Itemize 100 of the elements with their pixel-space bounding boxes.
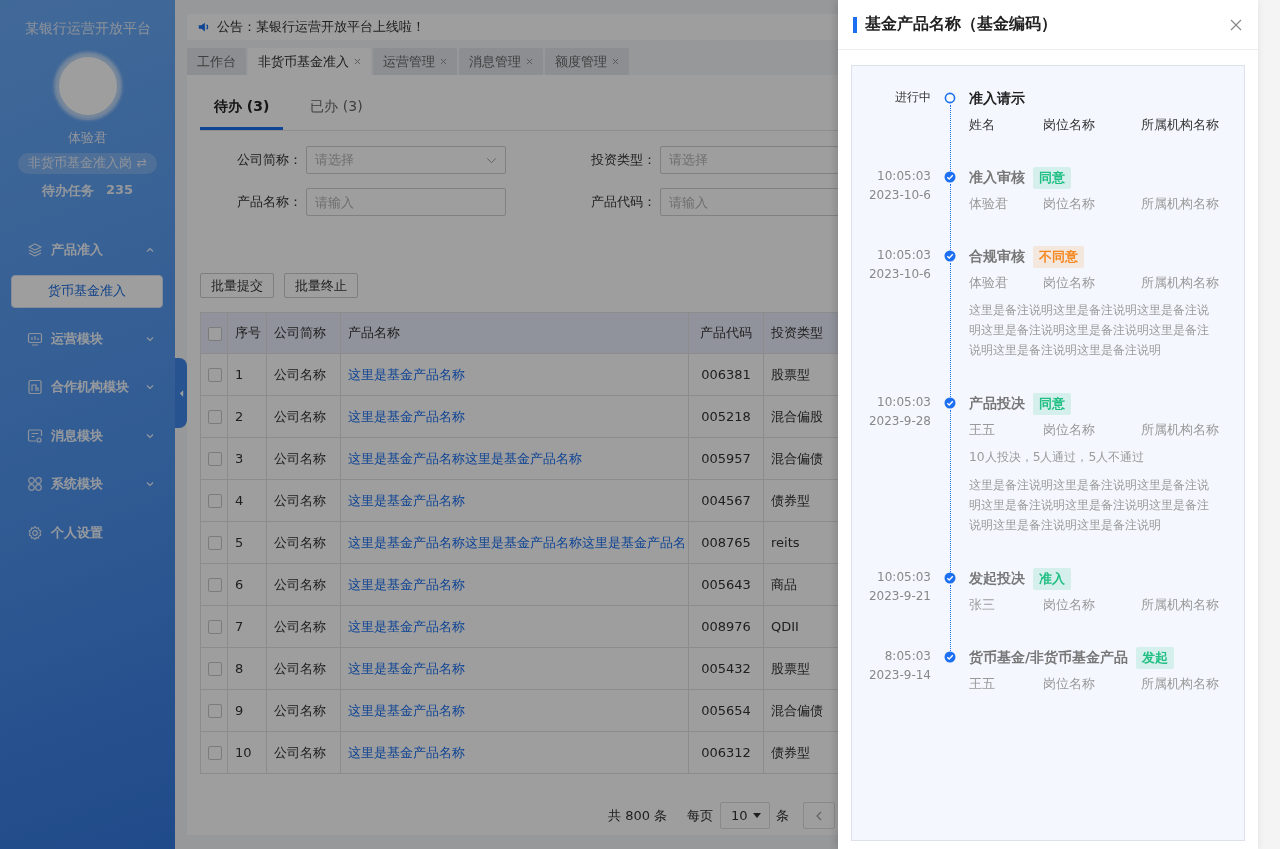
step-time: 10:05:03 [877, 168, 931, 185]
table-cell: 公司名称 [266, 731, 341, 774]
table-cell: 公司名称 [266, 521, 341, 564]
table-cell: 3 [227, 437, 267, 480]
page-tab[interactable]: 消息管理 [459, 48, 543, 75]
page-tab[interactable]: 工作台 [187, 48, 246, 75]
status-tab[interactable]: 待办 (3) [200, 75, 284, 130]
org-name: 所属机构名称 [1141, 275, 1220, 292]
column-header: 产品名称 [340, 312, 689, 354]
table-cell: 10 [227, 731, 267, 774]
filter-label: 产品名称： [236, 193, 303, 211]
batch-button[interactable]: 批量终止 [284, 273, 358, 298]
step-title: 合规审核 [969, 248, 1025, 266]
org-name: 所属机构名称 [1141, 676, 1220, 693]
menu-item[interactable]: 系统模块 [0, 460, 175, 509]
step-date: 2023-10-6 [868, 266, 931, 283]
product-link[interactable]: 这里是基金产品名称 [348, 576, 465, 592]
product-link[interactable]: 这里是基金产品名称 [348, 366, 465, 382]
table-cell: 7 [227, 605, 267, 648]
filter-label: 公司简称： [236, 151, 303, 169]
product-link[interactable]: 这里是基金产品名称 [348, 702, 465, 718]
table-cell: 公司名称 [266, 437, 341, 480]
table-cell: 008976 [688, 605, 764, 648]
batch-button[interactable]: 批量提交 [200, 273, 274, 298]
remark-text: 这里是备注说明这里是备注说明这里是备注说明这里是备注说明这里是备注说明这里是备注说明这里是备注说明这里是备注说明 [969, 477, 1210, 534]
org-name: 所属机构名称 [1141, 117, 1220, 134]
table-cell: 008765 [688, 521, 764, 564]
total-count: 共 800 条 [608, 806, 668, 825]
remark-text: 这里是备注说明这里是备注说明这里是备注说明这里是备注说明这里是备注说明这里是备注说明这里是备注说明这里是备注说明 [969, 302, 1210, 359]
position-name: 岗位名称 [1043, 422, 1096, 439]
position-name: 岗位名称 [1043, 676, 1096, 693]
step-date: 2023-9-14 [868, 667, 931, 684]
page-tab[interactable]: 非货币基金准入 [248, 48, 371, 75]
table-cell: 8 [227, 647, 267, 690]
status-tag: 不同意 [1033, 246, 1084, 268]
table-cell: 公司名称 [266, 353, 341, 396]
status-tab[interactable]: 已办 (3) [296, 75, 377, 130]
person-name: 姓名 [969, 117, 996, 134]
user-name: 体验君 [68, 129, 107, 147]
table-cell: 005432 [688, 647, 764, 690]
table-cell: 5 [227, 521, 267, 564]
todo-count: 235 [105, 182, 134, 199]
table-cell: 005643 [688, 563, 764, 606]
column-header: 产品代码 [688, 312, 764, 354]
person-name: 王五 [969, 422, 996, 439]
page-tab[interactable]: 运营管理 [373, 48, 457, 75]
table-cell: 公司名称 [266, 563, 341, 606]
position-name: 岗位名称 [1043, 117, 1096, 134]
status-tag: 同意 [1033, 167, 1071, 189]
step-date: 2023-10-6 [868, 187, 931, 204]
menu-item[interactable]: 消息模块 [0, 411, 175, 460]
step-time: 10:05:03 [877, 569, 931, 586]
submenu-item[interactable]: 货币基金准入 [11, 274, 163, 308]
table-cell: 6 [227, 563, 267, 606]
table-cell: 公司名称 [266, 647, 341, 690]
step-time: 8:05:03 [884, 648, 931, 665]
filter-label: 产品代码： [590, 193, 657, 211]
step-time: 进行中 [895, 89, 931, 106]
person-name: 体验君 [969, 275, 1009, 292]
product-link[interactable]: 这里是基金产品名称 [348, 408, 465, 424]
column-header: 序号 [227, 312, 267, 354]
product-link[interactable]: 这里是基金产品名称 [348, 744, 465, 760]
table-cell: 005218 [688, 395, 764, 438]
step-title: 货币基金/非货币基金产品 [969, 649, 1129, 667]
step-title: 发起投决 [969, 570, 1025, 588]
page-size-select[interactable]: 10 [720, 802, 771, 829]
filter-label: 投资类型： [590, 151, 657, 169]
status-tag: 同意 [1033, 393, 1071, 415]
product-link[interactable]: 这里是基金产品名称 [348, 618, 465, 634]
page-tab[interactable]: 额度管理 [545, 48, 629, 75]
table-cell: 005957 [688, 437, 764, 480]
person-name: 张三 [969, 597, 996, 614]
table-cell: 公司名称 [266, 689, 341, 732]
announcement-text: 公告：某银行运营开放平台上线啦！ [217, 18, 425, 36]
step-date: 2023-9-21 [868, 588, 931, 605]
org-name: 所属机构名称 [1141, 422, 1220, 439]
table-cell: 005654 [688, 689, 764, 732]
drawer-title: 基金产品名称（基金编码） [865, 14, 1058, 35]
status-tag: 准入 [1033, 568, 1071, 590]
table-cell: 006312 [688, 731, 764, 774]
menu-item[interactable]: 个人设置 [0, 508, 175, 557]
step-date: 2023-9-28 [868, 413, 931, 430]
table-cell: 公司名称 [266, 479, 341, 522]
menu-item[interactable]: 合作机构模块 [0, 363, 175, 412]
position-name: 岗位名称 [1043, 275, 1096, 292]
table-cell: 2 [227, 395, 267, 438]
step-time: 10:05:03 [877, 247, 931, 264]
product-link[interactable]: 这里是基金产品名称 [348, 660, 465, 676]
table-cell: 006381 [688, 353, 764, 396]
status-tag: 发起 [1136, 647, 1175, 669]
table-cell: 公司名称 [266, 395, 341, 438]
position-name: 岗位名称 [1043, 196, 1096, 213]
menu-item[interactable]: 运营模块 [0, 314, 175, 363]
page-size-label: 每页 [687, 806, 714, 825]
product-link[interactable]: 这里是基金产品名称这里是基金产品名称这里是基金产品名 [348, 534, 686, 550]
product-link[interactable]: 这里是基金产品名称这里是基金产品名称 [348, 450, 582, 466]
product-link[interactable]: 这里是基金产品名称 [348, 492, 465, 508]
table-cell: 9 [227, 689, 267, 732]
todo-label: 待办任务 [41, 182, 94, 200]
menu-item[interactable]: 产品准入 [0, 226, 175, 275]
